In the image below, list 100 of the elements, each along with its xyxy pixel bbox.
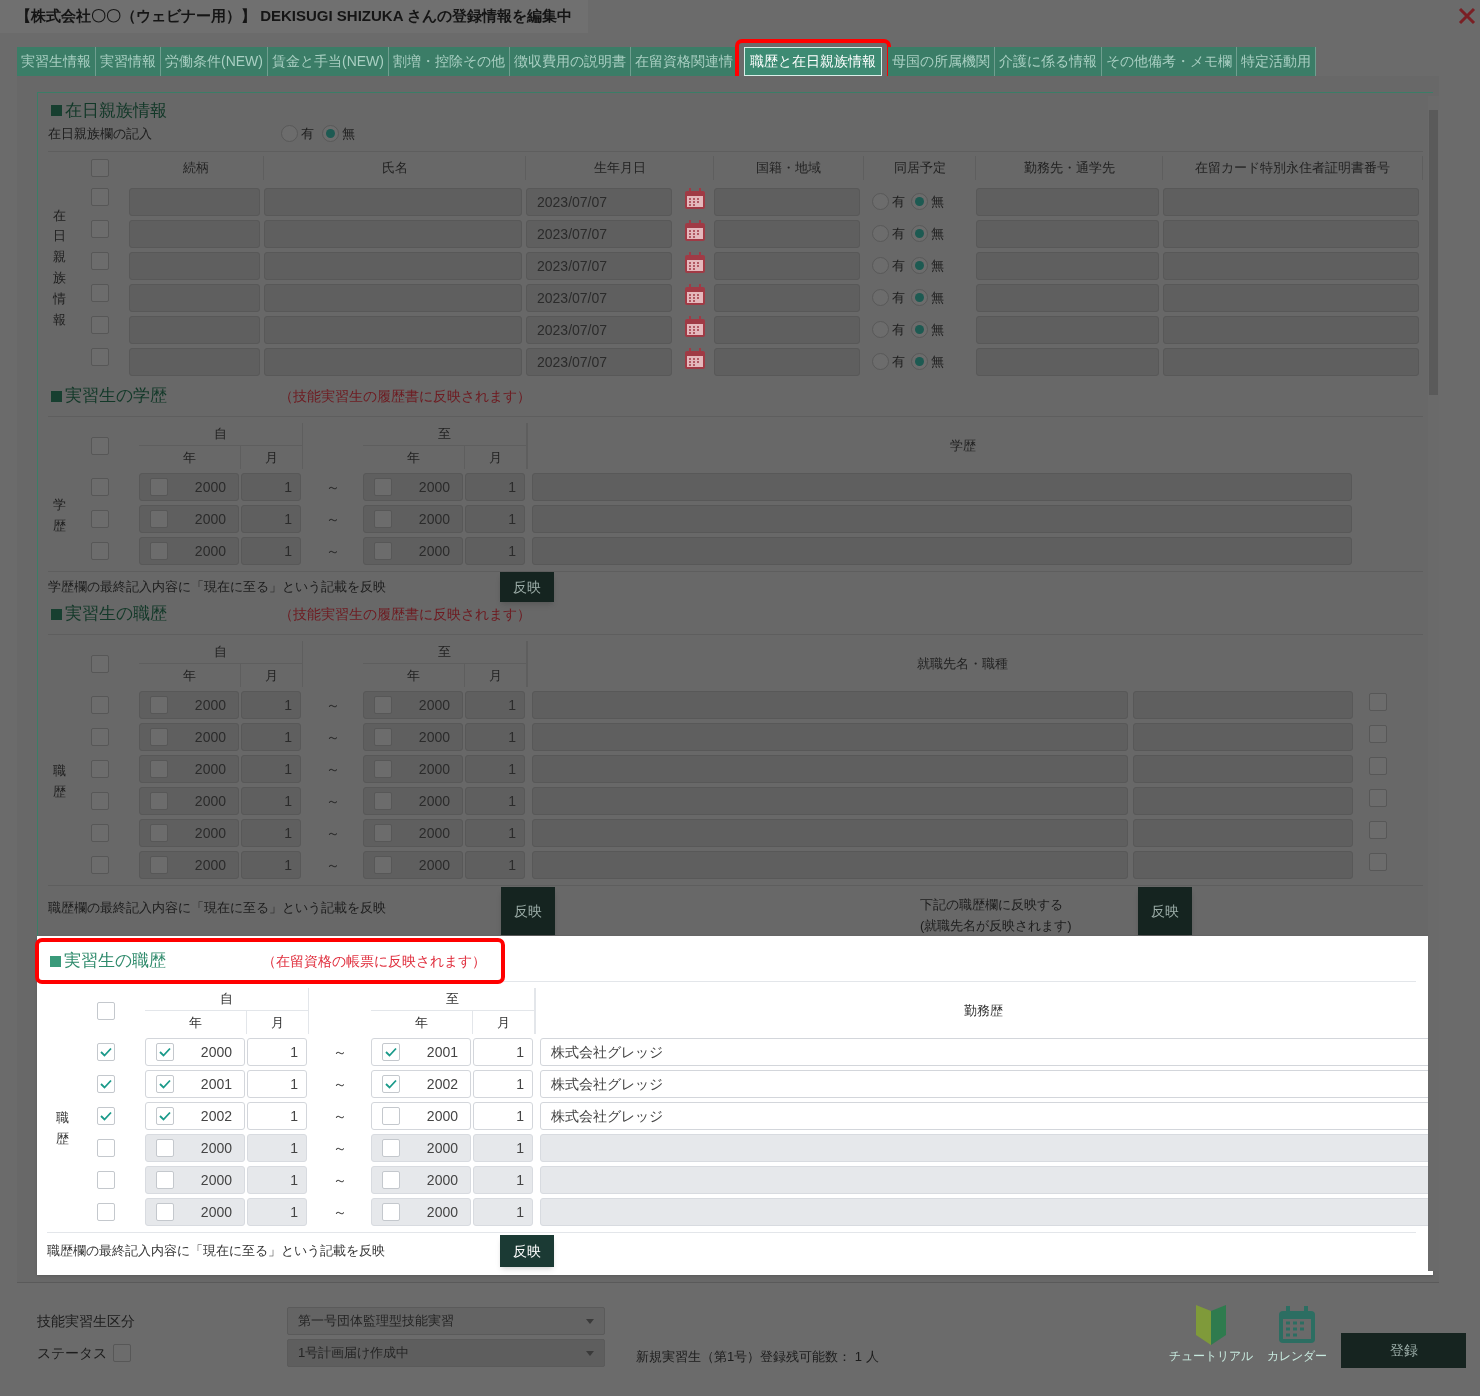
radio-button[interactable] <box>911 225 928 243</box>
reflect-button[interactable]: 反映 <box>501 887 555 935</box>
calendar-icon[interactable] <box>684 188 706 210</box>
year-value: 2002 <box>200 1106 232 1126</box>
caret-icon <box>586 1318 594 1324</box>
month-field[interactable]: 1 <box>473 1134 533 1162</box>
year-value: 2000 <box>426 1170 458 1190</box>
radio-label: 無 <box>931 353 944 371</box>
window-title: 【株式会社〇〇（ウェビナー用）】 DEKISUGI SHIZUKA さんの登録情報を編集中 <box>0 0 589 33</box>
month-field[interactable]: 1 <box>247 1102 307 1130</box>
tutorial-button[interactable]: チュートリアル <box>1168 1305 1254 1365</box>
calendar-icon[interactable] <box>684 220 706 242</box>
calendar-button[interactable]: カレンダー <box>1254 1305 1340 1365</box>
side-label: 在日親族情報 <box>53 206 66 329</box>
month-field[interactable]: 1 <box>473 1166 533 1194</box>
calendar-icon[interactable] <box>684 252 706 274</box>
check-icon <box>100 1111 112 1121</box>
reflect-button[interactable]: 反映 <box>500 572 554 602</box>
text-field[interactable]: 株式会社グレッジ <box>540 1102 1431 1130</box>
year-field[interactable]: 2000 <box>145 1038 245 1066</box>
field-label: 技能実習生区分 <box>37 1311 135 1331</box>
year-value: 2000 <box>426 1202 458 1222</box>
column-header: 同居予定 <box>893 159 946 178</box>
calendar-icon[interactable] <box>684 284 706 306</box>
column-header: 至 <box>438 425 451 444</box>
radio-button[interactable] <box>911 289 928 307</box>
field-label: ステータス <box>37 1343 107 1363</box>
tab[interactable]: 介護に係る情報 <box>995 47 1102 76</box>
radio-label: 有 <box>892 321 905 339</box>
tab[interactable]: 在留資格関連情 <box>631 47 738 76</box>
text-field[interactable]: 株式会社グレッジ <box>540 1038 1431 1066</box>
year-field[interactable]: 2000 <box>371 1134 471 1162</box>
radio-button[interactable] <box>911 353 928 371</box>
month-field[interactable]: 1 <box>247 1070 307 1098</box>
calendar-icon[interactable] <box>684 348 706 370</box>
year-field[interactable]: 2000 <box>371 1102 471 1130</box>
column-header: 勤務先・通学先 <box>1023 159 1115 178</box>
register-button[interactable]: 登録 <box>1341 1333 1466 1368</box>
section-heading: 実習生の学歴 <box>65 385 167 408</box>
column-header: 年 <box>189 1013 202 1032</box>
tab[interactable]: 割増・控除その他 <box>389 47 510 76</box>
radio-label: 有 <box>892 289 905 307</box>
tab[interactable]: 母国の所属機関 <box>888 47 995 76</box>
radio-button[interactable] <box>911 321 928 339</box>
year-field[interactable]: 2000 <box>371 1166 471 1194</box>
radio-button[interactable] <box>911 257 928 275</box>
tab[interactable]: 実習生情報 <box>17 47 96 76</box>
month-field[interactable]: 1 <box>247 1134 307 1162</box>
tab[interactable]: 特定活動用 <box>1237 47 1316 76</box>
year-field[interactable]: 2000 <box>145 1134 245 1162</box>
reflect-button[interactable]: 反映 <box>500 1235 554 1267</box>
remaining-count: 新規実習生（第1号）登録残可能数： 1 人 <box>636 1348 879 1366</box>
tab[interactable]: 賃金と手当(NEW) <box>268 47 389 76</box>
month-field[interactable]: 1 <box>473 1038 533 1066</box>
check-icon <box>385 1079 397 1089</box>
tab[interactable]: 実習情報 <box>96 47 161 76</box>
month-field[interactable]: 1 <box>247 1166 307 1194</box>
text-field[interactable]: 株式会社グレッジ <box>540 1070 1431 1098</box>
range-separator: ～ <box>333 1042 347 1062</box>
column-header: 年 <box>407 666 420 685</box>
range-separator: ～ <box>326 695 340 715</box>
side-label: 職歴 <box>55 1109 69 1148</box>
beginner-mark-icon <box>1193 1305 1229 1345</box>
section-heading: 在日親族情報 <box>65 100 167 122</box>
radio-button[interactable] <box>911 193 928 211</box>
calendar-icon[interactable] <box>684 316 706 338</box>
year-value: 2000 <box>200 1042 232 1062</box>
month-field[interactable]: 1 <box>473 1198 533 1226</box>
check-icon <box>385 1047 397 1057</box>
year-field[interactable]: 2000 <box>145 1198 245 1226</box>
year-field[interactable]: 2002 <box>145 1102 245 1130</box>
month-field[interactable]: 1 <box>247 1038 307 1066</box>
reflect-button[interactable]: 反映 <box>1138 887 1192 935</box>
year-field[interactable]: 2002 <box>371 1070 471 1098</box>
year-value: 2002 <box>426 1074 458 1094</box>
tab[interactable]: その他備考・メモ欄 <box>1102 47 1237 76</box>
check-icon <box>159 1047 171 1057</box>
bullet-icon <box>51 608 62 620</box>
close-icon[interactable] <box>1458 7 1476 25</box>
tab[interactable]: 職歴と在日親族情報 <box>744 47 882 76</box>
year-field[interactable]: 2000 <box>371 1198 471 1226</box>
radio-button[interactable] <box>322 124 339 142</box>
check-icon <box>159 1079 171 1089</box>
year-value: 2000 <box>200 1138 232 1158</box>
section-note: （技能実習生の履歴書に反映されます） <box>279 386 531 406</box>
year-field[interactable]: 2001 <box>371 1038 471 1066</box>
range-separator: ～ <box>326 823 340 843</box>
month-field[interactable]: 1 <box>473 1102 533 1130</box>
tab[interactable]: 労働条件(NEW) <box>161 47 268 76</box>
tab[interactable]: 徴収費用の説明書 <box>510 47 631 76</box>
month-field[interactable]: 1 <box>473 1070 533 1098</box>
column-header: 至 <box>446 990 459 1009</box>
month-field[interactable]: 1 <box>247 1198 307 1226</box>
year-field[interactable]: 2000 <box>145 1166 245 1194</box>
year-field[interactable]: 2001 <box>145 1070 245 1098</box>
radio-label: 有 <box>892 257 905 275</box>
radio-label: 無 <box>931 289 944 307</box>
column-header: 月 <box>489 448 502 467</box>
range-separator: ～ <box>326 509 340 529</box>
radio-label: 無 <box>931 193 944 211</box>
